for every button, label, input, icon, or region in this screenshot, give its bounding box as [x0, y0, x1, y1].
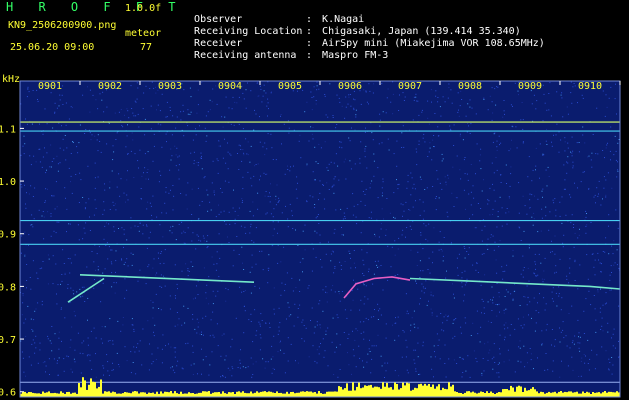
x-tick-label: 0910	[578, 81, 602, 92]
meteor-label: meteor	[125, 28, 162, 39]
spectrogram-chart: 0901 0902 0903 0904 0905 0906 0907 0908 0909 0910…	[0, 74, 621, 399]
info-value: Maspro FM-3	[322, 50, 389, 61]
y-tick-label: 1.1	[0, 124, 16, 135]
info-antenna: Receiving antenna: Maspro FM-3	[194, 50, 389, 61]
y-tick-label: 0.8	[0, 282, 16, 293]
y-tick-label: 0.6	[0, 388, 16, 399]
y-tick-label: 0.7	[0, 335, 16, 346]
x-tick-label: 0909	[518, 81, 542, 92]
file-name: KN9_2506200900.png	[8, 20, 117, 31]
y-unit-label: kHz	[2, 74, 20, 85]
datetime-label: 25.06.20 09:00	[10, 42, 95, 53]
x-tick-label: 0904	[218, 81, 242, 92]
x-tick-label: 0906	[338, 81, 362, 92]
x-tick-label: 0908	[458, 81, 482, 92]
spectrogram-background	[20, 81, 620, 397]
meteor-count: 77	[140, 42, 153, 53]
y-tick-label: 1.0	[0, 177, 16, 188]
x-tick-label: 0902	[98, 81, 122, 92]
x-tick-label: 0901	[38, 81, 62, 92]
info-label: Receiving antenna	[194, 50, 297, 61]
x-tick-label: 0907	[398, 81, 422, 92]
version-label: 1.0.0f	[125, 3, 162, 14]
x-tick-label: 0905	[278, 81, 302, 92]
x-tick-label: 0903	[158, 81, 182, 92]
y-tick-label: 0.9	[0, 230, 16, 241]
